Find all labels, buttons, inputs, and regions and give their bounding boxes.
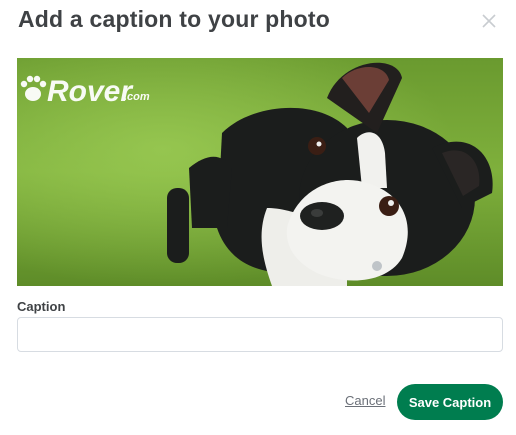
dialog-title: Add a caption to your photo	[18, 6, 331, 32]
caption-label: Caption	[17, 299, 66, 314]
save-caption-button[interactable]: Save Caption	[397, 384, 503, 420]
watermark-text: Rover	[47, 75, 134, 108]
photo-preview: Rover .com	[17, 58, 503, 286]
watermark-suffix: .com	[124, 91, 150, 103]
close-icon[interactable]	[480, 12, 498, 30]
caption-input[interactable]	[17, 317, 503, 352]
cancel-button[interactable]: Cancel	[345, 393, 385, 408]
